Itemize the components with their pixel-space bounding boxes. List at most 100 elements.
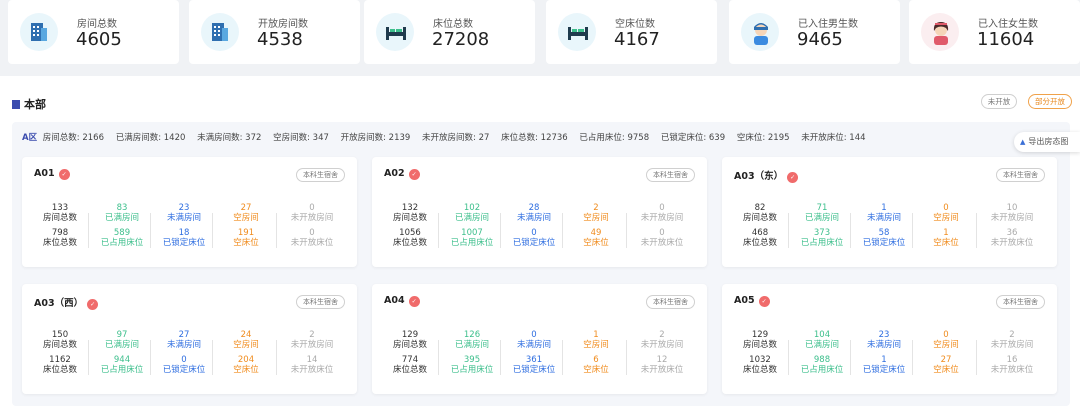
building-card[interactable]: A05 ✓ 本科生宿舍 129 房间总数 1032 床位总数 104 已满房间 988 已占用床位 2…: [722, 284, 1057, 394]
building-card[interactable]: A04 ✓ 本科生宿舍 129 房间总数 774 床位总数 126 已满房间 395 已占用床位 0 未…: [372, 284, 707, 394]
column-divider: [912, 340, 913, 375]
building-card[interactable]: A01 ✓ 本科生宿舍 133 房间总数 798 床位总数 83 已满房间 589 已占用床位 23 未…: [22, 157, 357, 267]
column-divider: [976, 340, 977, 375]
bed-label: 床位总数: [42, 238, 77, 248]
room-count: 150: [51, 330, 69, 340]
bed-label: 已锁定床位: [162, 238, 206, 248]
bed-count: 1056: [399, 228, 421, 238]
alert-badge-icon: ✓: [58, 169, 70, 180]
column-divider: [850, 213, 851, 248]
zone-stat: 未开放房间数: 27: [422, 133, 490, 143]
export-room-map-button[interactable]: ▲ 导出房态图: [1014, 132, 1080, 152]
room-label: 未开放房间: [640, 213, 684, 223]
bed-label: 未开放床位: [990, 238, 1034, 248]
room-count: 104: [813, 330, 831, 340]
column-divider: [276, 213, 277, 248]
room-count: 10: [1006, 203, 1018, 213]
room-count: 2: [309, 330, 315, 340]
bed-count: 58: [878, 228, 890, 238]
male-student-icon: [741, 13, 779, 51]
stat-card-empty-beds: 空床位数 4167: [546, 0, 717, 64]
zone-stat: 未开放床位: 144: [801, 133, 866, 143]
building-icon: [201, 13, 239, 51]
stat-column: 0 未满房间 361 已锁定床位: [500, 330, 568, 385]
alert-badge-icon: ✓: [408, 296, 420, 307]
building-card[interactable]: A03（西） ✓ 本科生宿舍 150 房间总数 1162 床位总数 97 已满房间 944 已占用床…: [22, 284, 357, 394]
alert-badge-icon: ✓: [408, 169, 420, 180]
room-count: 1: [881, 203, 887, 213]
room-label: 未开放房间: [990, 213, 1034, 223]
stat-column: 2 未开放房间 12 未开放床位: [628, 330, 696, 385]
stat-column: 27 空房间 191 空床位: [212, 203, 280, 258]
bed-label: 已占用床位: [100, 365, 144, 375]
bed-count: 27: [940, 355, 952, 365]
column-divider: [212, 213, 213, 248]
building-name: A03（西） ✓: [34, 295, 99, 310]
stats-row: 房间总数 4605 开放房间数 4538 床位总数 27208 空床位数 416…: [0, 0, 1080, 64]
stat-column: 2 空房间 49 空床位: [562, 203, 630, 258]
bed-count: 14: [306, 355, 318, 365]
stat-column: 132 房间总数 1056 床位总数: [376, 203, 444, 258]
stat-column: 2 未开放房间 14 未开放床位: [278, 330, 346, 385]
filter-closed-button[interactable]: 未开放: [981, 94, 1017, 109]
stat-column: 133 房间总数 798 床位总数: [26, 203, 94, 258]
room-count: 28: [528, 203, 540, 213]
stat-column: 10 未开放房间 36 未开放床位: [978, 203, 1046, 258]
stat-column: 24 空房间 204 空床位: [212, 330, 280, 385]
stat-card-female-residents: 已入住女生数 11604: [909, 0, 1080, 64]
bed-label: 床位总数: [42, 365, 77, 375]
bed-label: 床位总数: [742, 238, 777, 248]
building-name: A01 ✓: [34, 168, 70, 180]
stat-column: 0 空房间 1 空床位: [912, 203, 980, 258]
bed-count: 0: [531, 228, 537, 238]
stat-column: 23 未满房间 18 已锁定床位: [150, 203, 218, 258]
room-label: 房间总数: [392, 213, 427, 223]
section-marker-icon: [12, 100, 20, 109]
stat-column: 2 未开放房间 16 未开放床位: [978, 330, 1046, 385]
bed-count: 589: [113, 228, 131, 238]
stat-label: 房间总数: [77, 19, 117, 30]
column-divider: [788, 213, 789, 248]
room-count: 0: [309, 203, 315, 213]
room-count: 27: [240, 203, 252, 213]
column-divider: [150, 213, 151, 248]
column-divider: [88, 340, 89, 375]
bed-label: 空床位: [233, 238, 259, 248]
column-divider: [500, 213, 501, 248]
stat-column: 82 房间总数 468 床位总数: [726, 203, 794, 258]
room-count: 23: [878, 330, 890, 340]
room-label: 未开放房间: [990, 340, 1034, 350]
bed-label: 空床位: [933, 365, 959, 375]
room-count: 102: [463, 203, 481, 213]
bed-label: 已占用床位: [450, 238, 494, 248]
room-label: 未满房间: [166, 213, 201, 223]
column-divider: [912, 213, 913, 248]
bed-count: 798: [51, 228, 69, 238]
stat-card-male-residents: 已入住男生数 9465: [729, 0, 900, 64]
building-type-tag: 本科生宿舍: [996, 168, 1045, 182]
bed-label: 空床位: [583, 238, 609, 248]
zone-summary: A区 房间总数: 2166 已满房间数: 1420 未满房间数: 372 空房间…: [22, 131, 875, 143]
room-count: 83: [116, 203, 128, 213]
zone-stat: 空床位: 2195: [736, 133, 790, 143]
building-stats: 132 房间总数 1056 床位总数 102 已满房间 1007 已占用床位 28 未满房间 0 已锁…: [372, 203, 707, 258]
room-count: 0: [943, 330, 949, 340]
stat-column: 126 已满房间 395 已占用床位: [438, 330, 506, 385]
stat-column: 0 空房间 27 空床位: [912, 330, 980, 385]
bed-label: 未开放床位: [640, 365, 684, 375]
bed-label: 空床位: [583, 365, 609, 375]
building-card[interactable]: A02 ✓ 本科生宿舍 132 房间总数 1056 床位总数 102 已满房间 1007 已占用床位…: [372, 157, 707, 267]
stat-column: 1 空房间 6 空床位: [562, 330, 630, 385]
stat-value: 4605: [76, 29, 122, 50]
zone-stat: 空房间数: 347: [273, 133, 329, 143]
filter-partial-button[interactable]: 部分开放: [1028, 94, 1072, 109]
building-type-tag: 本科生宿舍: [296, 168, 345, 182]
zone-stat: 未满房间数: 372: [197, 133, 262, 143]
room-label: 未满房间: [866, 213, 901, 223]
bed-icon: [558, 13, 596, 51]
stat-label: 已入住男生数: [798, 19, 858, 30]
room-count: 133: [51, 203, 69, 213]
zone-stat: 已满房间数: 1420: [115, 133, 186, 143]
room-count: 97: [116, 330, 128, 340]
building-card[interactable]: A03（东） ✓ 本科生宿舍 82 房间总数 468 床位总数 71 已满房间 373 已占用床位 1…: [722, 157, 1057, 267]
